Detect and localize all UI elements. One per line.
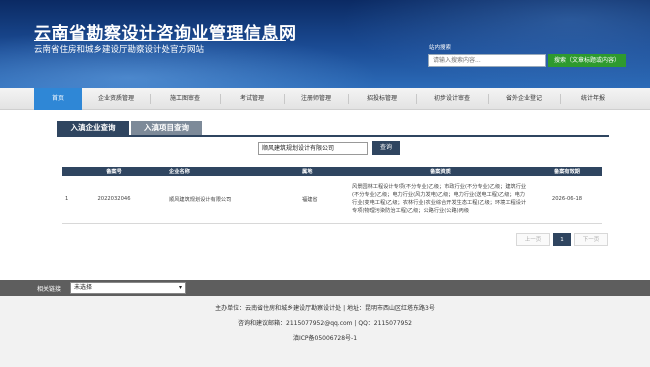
nav-separator bbox=[348, 94, 349, 104]
site-search-button[interactable]: 搜索（文章标题或内容） bbox=[548, 54, 626, 67]
chevron-down-icon: ▾ bbox=[178, 284, 182, 291]
nav-separator bbox=[416, 94, 417, 104]
col-header-record-no: 备案号 bbox=[84, 167, 144, 176]
row-company-name[interactable]: 顺风建筑规划设计有限公司 bbox=[144, 176, 299, 224]
nav-item-bidding[interactable]: 招投标管理 bbox=[352, 88, 412, 110]
nav-item-external-company[interactable]: 省外企业登记 bbox=[492, 88, 556, 110]
table-header-row: 备案号 企业名称 属地 备案资质 备案有效期 bbox=[62, 167, 602, 176]
nav-item-preliminary-design[interactable]: 初步设计审查 bbox=[420, 88, 484, 110]
pagination-next-button[interactable]: 下一页 bbox=[574, 233, 608, 246]
main-nav: 首页 企业资质管理 施工图审查 考试管理 注册师管理 招投标管理 初步设计审查 … bbox=[0, 88, 650, 110]
footer-icp[interactable]: 滇ICP备05006728号-1 bbox=[0, 333, 650, 342]
table-row[interactable]: 1 2022032046 顺风建筑规划设计有限公司 福建省 风景园林工程设计专项… bbox=[62, 176, 602, 224]
nav-item-qualification[interactable]: 企业资质管理 bbox=[86, 88, 146, 110]
row-region: 福建省 bbox=[299, 176, 349, 224]
col-header-region: 属地 bbox=[299, 167, 349, 176]
row-index: 1 bbox=[62, 176, 84, 224]
tab-underline bbox=[57, 135, 609, 137]
related-links-select[interactable]: 未选择 ▾ bbox=[70, 282, 186, 294]
nav-separator bbox=[150, 94, 151, 104]
tab-project-query[interactable]: 入滇项目查询 bbox=[131, 121, 202, 135]
nav-item-registrant[interactable]: 注册师管理 bbox=[288, 88, 344, 110]
pagination-prev-button[interactable]: 上一页 bbox=[516, 233, 550, 246]
nav-item-home[interactable]: 首页 bbox=[34, 88, 82, 110]
tab-company-query[interactable]: 入滇企业查询 bbox=[57, 121, 129, 135]
company-query-input[interactable]: 顺风建筑规划设计有限公司 bbox=[258, 142, 368, 155]
pagination-current-page[interactable]: 1 bbox=[553, 233, 571, 246]
footer-contact-info: 咨询和建议邮箱：2115077952@qq.com | QQ：211507795… bbox=[238, 320, 412, 327]
query-button[interactable]: 查询 bbox=[372, 141, 400, 155]
site-search-label: 站内搜索 bbox=[429, 45, 452, 51]
nav-separator bbox=[560, 94, 561, 104]
nav-separator bbox=[284, 94, 285, 104]
col-header-index bbox=[62, 167, 84, 176]
site-footer: 主办单位：云南省住房和城乡建设厅勘察设计处 | 地址：昆明市西山区红塔东路3号 … bbox=[0, 296, 650, 367]
site-subtitle: 云南省住房和城乡建设厅勘察设计处官方网站 bbox=[34, 45, 205, 55]
title-underline bbox=[34, 40, 286, 41]
col-header-company: 企业名称 bbox=[144, 167, 299, 176]
nav-separator bbox=[220, 94, 221, 104]
col-header-qualification: 备案资质 bbox=[349, 167, 532, 176]
row-record-no: 2022032046 bbox=[84, 176, 144, 224]
nav-item-exam[interactable]: 考试管理 bbox=[224, 88, 280, 110]
footer-host-info: 主办单位：云南省住房和城乡建设厅勘察设计处 | 地址：昆明市西山区红塔东路3号 bbox=[215, 305, 435, 312]
related-links-label: 相关链接 bbox=[37, 286, 62, 293]
nav-item-annual-stats[interactable]: 统计年报 bbox=[564, 88, 622, 110]
site-search-input[interactable] bbox=[428, 54, 546, 67]
result-table: 备案号 企业名称 属地 备案资质 备案有效期 1 2022032046 顺风建筑… bbox=[62, 167, 602, 224]
related-links-selected-value: 未选择 bbox=[74, 284, 93, 291]
nav-separator bbox=[488, 94, 489, 104]
nav-item-drawing-review[interactable]: 施工图审查 bbox=[154, 88, 216, 110]
row-qualification: 风景园林工程设计专项(不分专业)乙级；市政行业(不分专业)乙级；建筑行业(不分专… bbox=[349, 176, 532, 224]
row-valid-until: 2026-06-18 bbox=[532, 176, 602, 224]
col-header-valid-until: 备案有效期 bbox=[532, 167, 602, 176]
